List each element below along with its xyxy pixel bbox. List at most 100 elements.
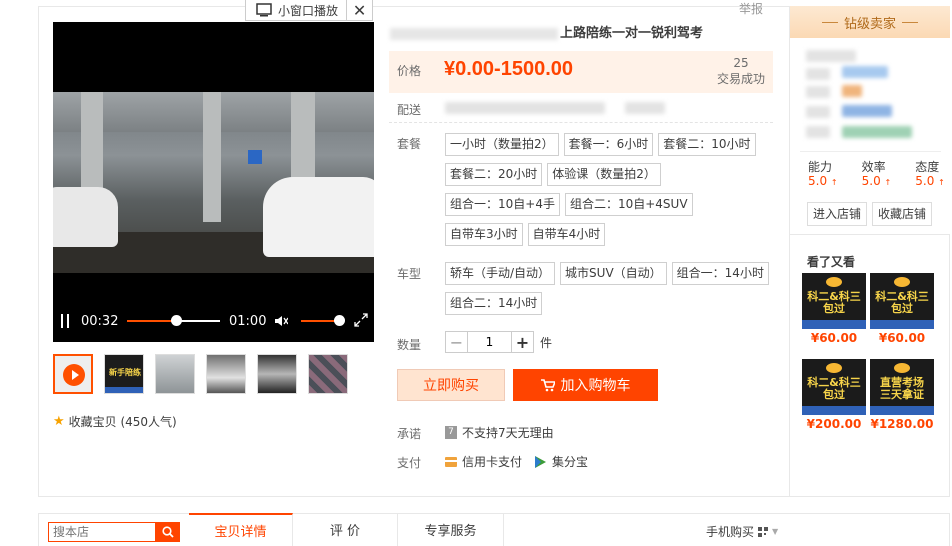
also-viewed-item[interactable]: 科二&科三 包过 ¥60.00: [802, 273, 866, 345]
credit-card-icon: [445, 456, 457, 467]
pip-bar: 小窗口播放 ✕: [245, 0, 374, 21]
product-thumbnail: 科二&科三 包过: [802, 273, 866, 329]
package-option[interactable]: 体验课（数量拍2）: [547, 163, 661, 186]
item-price: ¥60.00: [810, 331, 858, 345]
seller-name-blur: [806, 50, 856, 62]
thumbnail-image[interactable]: [308, 354, 348, 394]
item-price: ¥200.00: [806, 417, 862, 431]
payment-label: 支付: [397, 456, 422, 470]
package-label: 套餐: [397, 137, 422, 151]
quantity-label: 数量: [397, 338, 422, 352]
price-label: 价格: [397, 64, 422, 78]
promise-label: 承诺: [397, 427, 422, 441]
also-viewed-item[interactable]: 直营考场 三天拿证 ¥1280.00: [870, 359, 934, 431]
add-cart-button[interactable]: 加入购物车: [513, 369, 658, 401]
package-option[interactable]: 自带车4小时: [527, 223, 606, 246]
current-time: 00:32: [81, 313, 119, 329]
also-viewed-panel: 看了又看 科二&科三 包过 ¥60.00 科二&科三 包过 ¥60.00 科二&科三 包…: [789, 234, 950, 497]
video-player[interactable]: 00:32 01:00: [53, 22, 374, 342]
car-type-option[interactable]: 组合一：14小时: [671, 262, 769, 285]
seller-info-blur: [806, 106, 830, 118]
total-time: 01:00: [229, 313, 267, 329]
seller-info-blur: [842, 66, 888, 78]
tab-services[interactable]: 专享服务: [398, 513, 504, 546]
enter-shop-button[interactable]: 进入店铺: [807, 202, 868, 226]
shop-search-input[interactable]: [48, 522, 156, 542]
seller-info-blur: [842, 126, 912, 138]
package-option[interactable]: 组合二：10自+4SUV: [564, 193, 693, 216]
cart-icon: [540, 378, 555, 391]
car-type-option[interactable]: 轿车（手动/自动）: [445, 262, 556, 285]
thumbnail-label: 新手陪练: [109, 368, 141, 377]
car-type-label: 车型: [397, 267, 422, 281]
car-type-option[interactable]: 城市SUV（自动）: [560, 262, 667, 285]
favorite-text: 收藏宝贝 (450人气): [68, 415, 177, 429]
thumbnail-video[interactable]: [53, 354, 93, 394]
delivery-label: 配送: [397, 103, 422, 117]
quantity-stepper: − + 件: [445, 331, 552, 353]
seek-bar[interactable]: [127, 315, 220, 326]
no-return-icon: 7: [445, 426, 457, 439]
report-link[interactable]: 举报: [739, 0, 763, 17]
product-thumbnail: 科二&科三 包过: [802, 359, 866, 415]
seller-info-blur: [842, 85, 862, 97]
thumbnail-image[interactable]: 新手陪练: [104, 354, 144, 394]
thumbnail-image[interactable]: [155, 354, 195, 394]
shop-search: [48, 522, 180, 542]
thumbnail-image[interactable]: [257, 354, 297, 394]
promise-item: 7 不支持7天无理由: [445, 424, 554, 441]
favorite-item[interactable]: ★ 收藏宝贝 (450人气): [53, 413, 177, 430]
package-option[interactable]: 套餐二：10小时: [658, 133, 756, 156]
rating-item: 态度 5.0 ↑: [915, 160, 945, 188]
pause-icon[interactable]: [61, 314, 69, 328]
jifenbao-icon: [535, 456, 546, 468]
thumbnail-label: 科二&科三 包过: [875, 290, 929, 315]
also-viewed-item[interactable]: 科二&科三 包过 ¥200.00: [802, 359, 866, 431]
thumbnail-label: 科二&科三 包过: [807, 376, 861, 401]
package-option[interactable]: 套餐二：20小时: [445, 163, 543, 186]
thumbnail-label: 直营考场 三天拿证: [880, 376, 924, 401]
package-options: 一小时（数量拍2） 套餐一：6小时 套餐二：10小时套餐二：20小时 体验课（数量拍2…: [445, 133, 775, 246]
item-price: ¥1280.00: [870, 417, 934, 431]
package-option[interactable]: 套餐一：6小时: [563, 133, 654, 156]
pip-button[interactable]: 小窗口播放: [246, 0, 346, 20]
pip-icon: [256, 3, 272, 17]
mobile-buy[interactable]: 手机购买 ▼: [706, 523, 778, 540]
payment-credit: 信用卡支付: [445, 453, 522, 470]
quantity-unit: 件: [540, 335, 553, 350]
delivery-blur: [445, 102, 605, 114]
fullscreen-icon[interactable]: [354, 313, 368, 327]
seller-badge: 钻级卖家: [790, 6, 950, 38]
divider: [389, 122, 773, 123]
package-option[interactable]: 一小时（数量拍2）: [445, 133, 559, 156]
seller-info-blur: [806, 86, 830, 98]
package-option[interactable]: 自带车3小时: [445, 223, 523, 246]
buy-now-button[interactable]: 立即购买: [397, 369, 505, 401]
seller-info-blur: [806, 126, 830, 138]
package-option[interactable]: 组合一：10自+4手: [445, 193, 560, 216]
star-icon: ★: [53, 414, 65, 429]
tab-details[interactable]: 宝贝详情: [189, 513, 293, 546]
minus-button[interactable]: −: [445, 331, 468, 353]
tab-reviews[interactable]: 评 价: [293, 513, 398, 546]
video-frame: [53, 92, 374, 273]
favorite-shop-button[interactable]: 收藏店铺: [872, 202, 933, 226]
car-type-option[interactable]: 组合二：14小时: [445, 292, 543, 315]
volume-slider[interactable]: [301, 315, 345, 326]
quantity-input[interactable]: [468, 331, 511, 353]
search-icon[interactable]: [156, 522, 180, 542]
price-box: 价格 ¥0.00-1500.00 25 交易成功: [389, 51, 773, 93]
seller-divider: [800, 151, 941, 152]
thumbnail-strip: 新手陪练: [53, 354, 348, 394]
product-title: 上路陪练一对一锐利驾考: [390, 22, 703, 41]
close-icon[interactable]: ✕: [346, 0, 372, 20]
plus-button[interactable]: +: [511, 331, 534, 353]
thumbnail-label: 科二&科三 包过: [807, 290, 861, 315]
product-thumbnail: 直营考场 三天拿证: [870, 359, 934, 415]
thumbnail-image[interactable]: [206, 354, 246, 394]
also-viewed-item[interactable]: 科二&科三 包过 ¥60.00: [870, 273, 934, 345]
item-price: ¥60.00: [878, 331, 926, 345]
mute-icon[interactable]: [274, 315, 288, 327]
chevron-down-icon: ▼: [772, 527, 779, 536]
rating-item: 能力 5.0 ↑: [808, 160, 838, 188]
